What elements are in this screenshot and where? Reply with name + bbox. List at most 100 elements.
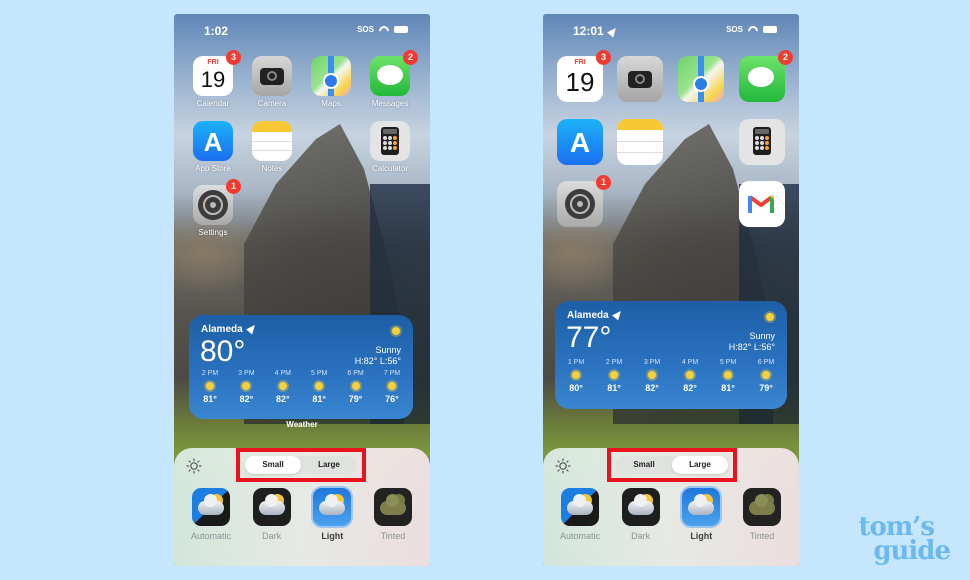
app-gmail[interactable] [739,181,785,227]
size-option-large[interactable]: Large [672,456,728,474]
settings-gear-icon: 1 [557,175,611,227]
notification-badge: 3 [226,50,241,65]
weather-city: Alameda [201,324,243,335]
calendar-icon: FRI 19 3 [193,50,241,96]
size-option-large[interactable]: Large [301,456,357,474]
app-label: App Store [195,164,231,173]
app-app-store[interactable]: A App Store [190,121,236,173]
app-camera[interactable]: Camera [249,56,295,108]
style-option-dark[interactable]: Dark [616,488,666,541]
weather-tinted-icon [742,488,781,526]
app-label: Calendar [196,99,230,108]
location-arrow-icon [611,308,624,321]
app-label: Maps [321,99,341,108]
style-option-tinted[interactable]: Tinted [737,488,787,541]
status-time: 1:02 [204,24,229,38]
notification-badge: 1 [596,175,611,190]
app-label: Messages [371,99,409,108]
forecast-hour: 4 PM 82° [681,359,699,393]
notes-icon [252,121,292,161]
sos-indicator: SOS [726,25,743,34]
widget-customize-sheet: Small Large Automatic Dark Light Tinted [543,448,799,566]
brightness-icon[interactable] [186,458,202,474]
widget-customize-sheet: Small Large Automatic Dark Light Tinted [174,448,430,566]
maps-icon [311,56,351,96]
maps-icon [678,56,724,102]
highlight-box: Small Large [236,448,366,482]
settings-gear-icon: 1 [193,179,241,225]
forecast-hour: 7 PM 76° [383,370,401,404]
style-option-automatic[interactable]: Automatic [186,488,236,541]
app-camera[interactable] [617,56,663,102]
app-store-icon: A [193,121,233,161]
sun-icon [242,382,251,390]
app-notes[interactable] [617,119,663,165]
app-app-store[interactable]: A [557,119,603,165]
toms-guide-logo: tom’s guide [858,512,951,566]
size-option-small[interactable]: Small [245,456,301,474]
style-option-light[interactable]: Light [676,488,726,541]
weather-hi-lo: H:82° L:56° [354,356,401,366]
battery-icon [763,26,777,33]
app-calculator[interactable]: Calculator [367,121,413,173]
app-calculator[interactable] [739,119,785,165]
app-settings[interactable]: 1 [557,175,611,227]
sun-icon [206,382,214,390]
notification-badge: 2 [778,50,793,65]
app-calendar[interactable]: FRI 19 3 Calendar [190,50,241,108]
calculator-icon [370,121,410,161]
weather-dark-icon [621,488,660,526]
style-option-light[interactable]: Light [307,488,357,541]
sun-icon [387,382,396,390]
sun-icon [315,382,324,390]
app-maps[interactable]: Maps [308,56,354,108]
forecast-hour: 2 PM 81° [605,359,623,393]
notes-icon [617,119,663,165]
forecast-hour: 2 PM 81° [201,370,219,404]
notification-badge: 1 [226,179,241,194]
style-option-dark[interactable]: Dark [247,488,297,541]
app-settings[interactable]: 1 Settings [190,179,241,237]
app-label: Settings [198,228,228,237]
forecast-hour: 6 PM 79° [757,359,775,393]
location-arrow-icon [245,322,258,335]
app-store-icon: A [557,119,603,165]
weather-hi-lo: H:82° L:56° [728,342,775,352]
weather-light-icon [682,488,721,526]
sun-icon [572,371,580,379]
app-messages[interactable]: 2 [739,50,793,102]
sun-icon [392,327,400,335]
weather-condition: Sunny [375,345,401,355]
app-messages[interactable]: 2 Messages [367,50,418,108]
style-option-tinted[interactable]: Tinted [368,488,418,541]
weather-dark-icon [252,488,291,526]
weather-widget-medium[interactable]: Alameda 80° Sunny H:82° L:56° 2 PM 81° 3 … [189,315,413,419]
messages-icon: 2 [370,50,418,96]
hourly-forecast: 1 PM 80° 2 PM 81° 3 PM 82° 4 PM 82° 5 PM 81° … [561,359,781,393]
weather-widget-medium[interactable]: Alameda 77° Sunny H:82° L:56° 1 PM 80° 2 … [555,301,787,409]
messages-icon: 2 [739,50,793,102]
app-notes[interactable]: Notes [249,121,295,173]
forecast-hour: 3 PM 82° [238,370,255,404]
app-calendar[interactable]: FRI 19 3 [557,50,611,102]
sos-indicator: SOS [357,25,374,34]
size-option-small[interactable]: Small [616,456,672,474]
hourly-forecast: 2 PM 81° 3 PM 82° 4 PM 82° 5 PM 81° 6 PM 79° … [195,370,407,404]
style-option-automatic[interactable]: Automatic [555,488,605,541]
weather-condition: Sunny [749,331,775,341]
app-label: Calculator [371,164,408,173]
size-segmented-control: Small Large [245,456,357,474]
notification-badge: 3 [596,50,611,65]
sun-icon [278,382,287,390]
calendar-icon: FRI 19 3 [557,50,611,102]
app-maps[interactable] [678,56,724,102]
weather-automatic-icon [192,488,230,526]
forecast-hour: 5 PM 81° [719,359,737,393]
app-label: Camera [257,99,287,108]
weather-automatic-icon [561,488,599,526]
forecast-hour: 1 PM 80° [567,359,585,393]
weather-city: Alameda [567,310,609,321]
icon-style-options: Automatic Dark Light Tinted [186,488,418,541]
icon-style-options: Automatic Dark Light Tinted [555,488,787,541]
brightness-icon[interactable] [555,458,571,474]
